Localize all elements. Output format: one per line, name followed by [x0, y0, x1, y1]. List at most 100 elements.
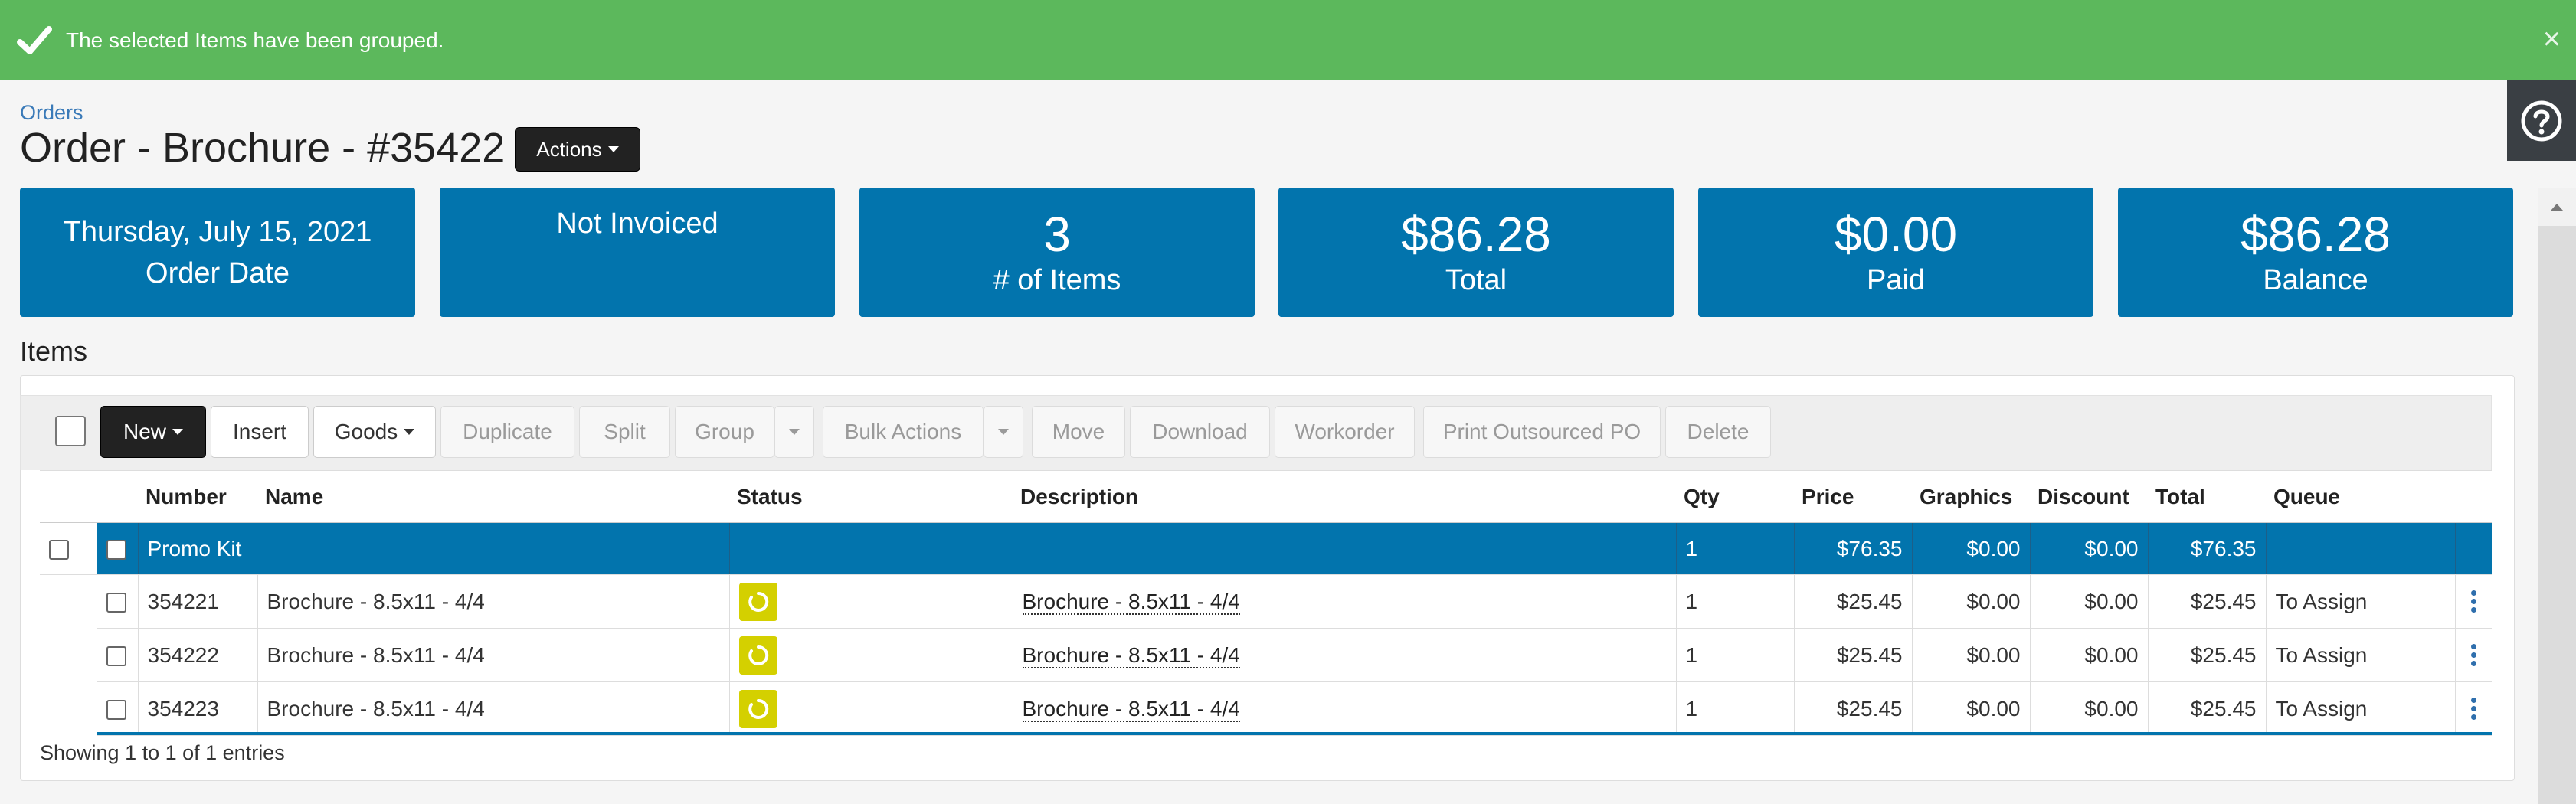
total-label: Total — [1445, 263, 1507, 296]
row-checkbox[interactable] — [106, 700, 126, 721]
group-total: $76.35 — [2147, 522, 2266, 575]
header-total[interactable]: Total — [2148, 470, 2266, 523]
group-price: $76.35 — [1793, 522, 1912, 575]
question-circle-icon — [2521, 100, 2562, 141]
kebab-icon[interactable] — [2465, 698, 2483, 720]
header-number[interactable]: Number — [138, 470, 257, 523]
row-queue: To Assign — [2265, 574, 2455, 629]
order-date-value: Thursday, July 15, 2021 — [63, 215, 372, 248]
select-all-checkbox[interactable] — [55, 416, 86, 446]
caret-down-icon — [998, 429, 1009, 435]
insert-button[interactable]: Insert — [211, 406, 309, 458]
row-check-cell — [96, 628, 138, 682]
row-check-cell — [96, 681, 138, 736]
caret-down-icon — [607, 146, 619, 152]
table-row[interactable]: 354223 Brochure - 8.5x11 - 4/4 Brochure … — [40, 681, 2492, 736]
row-description[interactable]: Brochure - 8.5x11 - 4/4 — [1022, 642, 1240, 668]
help-button[interactable] — [2507, 80, 2576, 161]
bulk-actions-button[interactable]: Bulk Actions — [823, 406, 984, 458]
row-description[interactable]: Brochure - 8.5x11 - 4/4 — [1022, 696, 1240, 722]
table-row[interactable]: 354221 Brochure - 8.5x11 - 4/4 Brochure … — [40, 574, 2492, 629]
goods-dropdown-button[interactable]: Goods — [313, 406, 436, 458]
move-button[interactable]: Move — [1032, 406, 1125, 458]
circle-notch-icon — [748, 698, 768, 719]
page-scrollbar[interactable] — [2538, 188, 2576, 804]
table-row[interactable]: 354222 Brochure - 8.5x11 - 4/4 Brochure … — [40, 628, 2492, 682]
items-table-wrapper: Number Name Status Description Qty Price… — [40, 470, 2492, 736]
bulk-actions-dropdown-toggle[interactable] — [984, 406, 1023, 458]
group-discount: $0.00 — [2029, 522, 2148, 575]
row-discount: $0.00 — [2029, 628, 2148, 682]
goods-label: Goods — [334, 420, 398, 443]
group-row[interactable]: Promo Kit 1 $76.35 $0.00 $0.00 $76.35 — [40, 522, 2492, 575]
delete-button[interactable]: Delete — [1665, 406, 1771, 458]
status-indicator[interactable] — [738, 582, 777, 621]
actions-label: Actions — [536, 137, 602, 161]
balance-label: Balance — [2263, 263, 2368, 296]
row-graphics: $0.00 — [1911, 681, 2030, 736]
group-qty: 1 — [1675, 522, 1794, 575]
breadcrumb-orders-link[interactable]: Orders — [20, 101, 83, 125]
invoice-status-value: Not Invoiced — [556, 208, 718, 240]
group-outer-checkbox[interactable] — [49, 540, 69, 561]
header-discount[interactable]: Discount — [2030, 470, 2148, 523]
group-dropdown-toggle[interactable] — [774, 406, 814, 458]
circle-notch-icon — [748, 645, 768, 665]
row-checkbox[interactable] — [106, 646, 126, 667]
success-alert: The selected Items have been grouped. × — [0, 0, 2576, 80]
row-outer-cell — [40, 682, 97, 736]
alert-message: The selected Items have been grouped. — [66, 28, 444, 52]
row-menu-cell — [2454, 628, 2492, 682]
alert-close-button[interactable]: × — [2543, 20, 2561, 58]
status-indicator[interactable] — [738, 636, 777, 675]
split-button[interactable]: Split — [579, 406, 670, 458]
download-button[interactable]: Download — [1130, 406, 1270, 458]
row-menu-cell — [2454, 681, 2492, 736]
row-description[interactable]: Brochure - 8.5x11 - 4/4 — [1022, 589, 1240, 615]
caret-down-icon — [789, 429, 800, 435]
group-empty-cell — [728, 522, 1676, 575]
row-price: $25.45 — [1793, 574, 1912, 629]
new-label: New — [123, 420, 166, 443]
kebab-icon[interactable] — [2465, 590, 2483, 613]
group-outer-check-cell — [40, 522, 97, 575]
items-table: Number Name Status Description Qty Price… — [40, 470, 2492, 736]
row-name: Brochure - 8.5x11 - 4/4 — [257, 681, 729, 736]
total-value: $86.28 — [1401, 206, 1551, 262]
caret-down-icon — [404, 429, 415, 435]
header-name[interactable]: Name — [257, 470, 729, 523]
row-outer-cell — [40, 575, 97, 629]
row-total: $25.45 — [2147, 628, 2266, 682]
group-button[interactable]: Group — [675, 406, 774, 458]
row-queue: To Assign — [2265, 681, 2455, 736]
scroll-up-arrow-icon[interactable] — [2538, 188, 2576, 226]
header-qty[interactable]: Qty — [1676, 470, 1794, 523]
status-indicator[interactable] — [738, 689, 777, 728]
items-count-label: # of Items — [993, 263, 1121, 296]
caret-down-icon — [172, 429, 183, 435]
kebab-icon[interactable] — [2465, 644, 2483, 666]
page-title: Order - Brochure - #35422 — [20, 125, 506, 171]
order-date-card: Thursday, July 15, 2021 Order Date — [20, 188, 415, 317]
header-description[interactable]: Description — [1013, 470, 1676, 523]
workorder-button[interactable]: Workorder — [1275, 406, 1415, 458]
row-graphics: $0.00 — [1911, 628, 2030, 682]
header-status[interactable]: Status — [729, 470, 1013, 523]
row-price: $25.45 — [1793, 681, 1912, 736]
header-graphics[interactable]: Graphics — [1912, 470, 2030, 523]
row-description-cell: Brochure - 8.5x11 - 4/4 — [1012, 681, 1676, 736]
header-price[interactable]: Price — [1794, 470, 1912, 523]
row-checkbox[interactable] — [106, 593, 126, 613]
paid-label: Paid — [1866, 263, 1926, 296]
new-dropdown-button[interactable]: New — [100, 406, 206, 458]
group-check-cell — [96, 522, 138, 575]
row-total: $25.45 — [2147, 681, 2266, 736]
actions-dropdown-button[interactable]: Actions — [515, 127, 640, 172]
duplicate-button[interactable]: Duplicate — [440, 406, 574, 458]
row-status-cell — [728, 574, 1013, 629]
print-outsourced-po-button[interactable]: Print Outsourced PO — [1423, 406, 1661, 458]
row-qty: 1 — [1675, 681, 1794, 736]
group-queue — [2265, 522, 2455, 575]
header-queue[interactable]: Queue — [2266, 470, 2455, 523]
group-checkbox[interactable] — [106, 540, 126, 561]
